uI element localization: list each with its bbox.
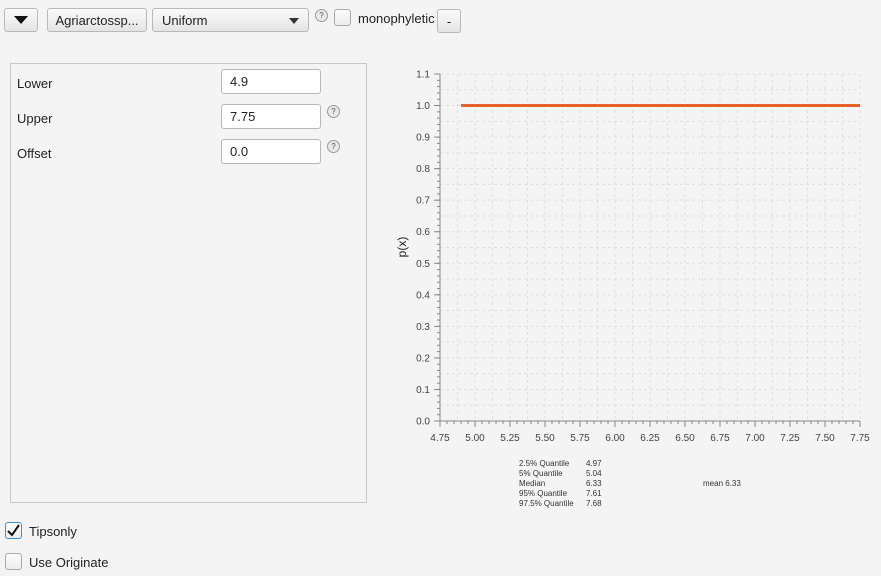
lower-label: Lower [17, 76, 53, 91]
stat-value: 4.97 [586, 459, 602, 468]
distribution-select[interactable]: Uniform [152, 8, 309, 32]
x-tick-label: 6.00 [605, 433, 625, 444]
x-tick-label: 5.50 [535, 433, 555, 444]
stat-label: Median [519, 479, 546, 488]
offset-label: Offset [17, 146, 52, 161]
stat-value: 5.04 [586, 469, 602, 478]
x-tick-label: 6.75 [710, 433, 730, 444]
remove-button[interactable]: - [437, 9, 461, 33]
stat-value: 6.33 [586, 479, 602, 488]
taxon-set-button[interactable]: Agriarctossp... [47, 8, 147, 32]
y-tick-label: 0.1 [416, 385, 430, 396]
distribution-select-value: Uniform [162, 12, 208, 28]
y-tick-label: 0.7 [416, 196, 430, 207]
y-tick-label: 0.9 [416, 133, 430, 144]
help-icon[interactable]: ? [315, 9, 328, 22]
parameter-panel [10, 63, 367, 503]
upper-help-icon[interactable]: ? [327, 105, 340, 118]
upper-input[interactable]: 7.75 [221, 104, 321, 129]
y-tick-label: 0.3 [416, 322, 430, 333]
stat-value: 7.61 [586, 489, 602, 498]
lower-input[interactable]: 4.9 [221, 69, 321, 94]
y-tick-label: 0.6 [416, 227, 430, 238]
x-tick-label: 6.50 [675, 433, 695, 444]
x-tick-label: 5.25 [500, 433, 520, 444]
stat-label: 5% Quantile [519, 469, 563, 478]
y-tick-label: 0.2 [416, 353, 430, 364]
x-tick-label: 7.25 [780, 433, 800, 444]
x-tick-label: 6.25 [640, 433, 660, 444]
y-axis-label: p(x) [395, 237, 409, 258]
tipsonly-checkbox[interactable] [5, 522, 22, 539]
tipsonly-label: Tipsonly [29, 524, 77, 539]
stat-label: 95% Quantile [519, 489, 568, 498]
upper-label: Upper [17, 111, 53, 126]
mean-text: mean 6.33 [703, 479, 741, 488]
x-tick-label: 4.75 [430, 433, 450, 444]
triangle-down-icon [14, 16, 28, 24]
offset-help-icon[interactable]: ? [327, 140, 340, 153]
y-tick-label: 0.8 [416, 164, 430, 175]
x-tick-label: 5.00 [465, 433, 485, 444]
x-tick-label: 7.50 [815, 433, 835, 444]
stat-value: 7.68 [586, 499, 602, 508]
stat-label: 97.5% Quantile [519, 499, 574, 508]
y-tick-label: 1.1 [416, 70, 430, 81]
y-tick-label: 0.4 [416, 290, 430, 301]
monophyletic-checkbox[interactable] [334, 9, 351, 26]
offset-input[interactable]: 0.0 [221, 139, 321, 164]
x-tick-label: 5.75 [570, 433, 590, 444]
use-originate-checkbox[interactable] [5, 553, 22, 570]
use-originate-label: Use Originate [29, 555, 109, 570]
checkmark-icon [7, 524, 20, 537]
y-tick-label: 0.5 [416, 259, 430, 270]
y-tick-label: 0.0 [416, 417, 430, 428]
x-tick-label: 7.75 [850, 433, 870, 444]
x-tick-label: 7.00 [745, 433, 765, 444]
stat-label: 2.5% Quantile [519, 459, 570, 468]
y-tick-label: 1.0 [416, 101, 430, 112]
monophyletic-label: monophyletic [358, 11, 435, 26]
chevron-down-icon [289, 18, 299, 24]
collapse-button[interactable] [4, 8, 38, 32]
